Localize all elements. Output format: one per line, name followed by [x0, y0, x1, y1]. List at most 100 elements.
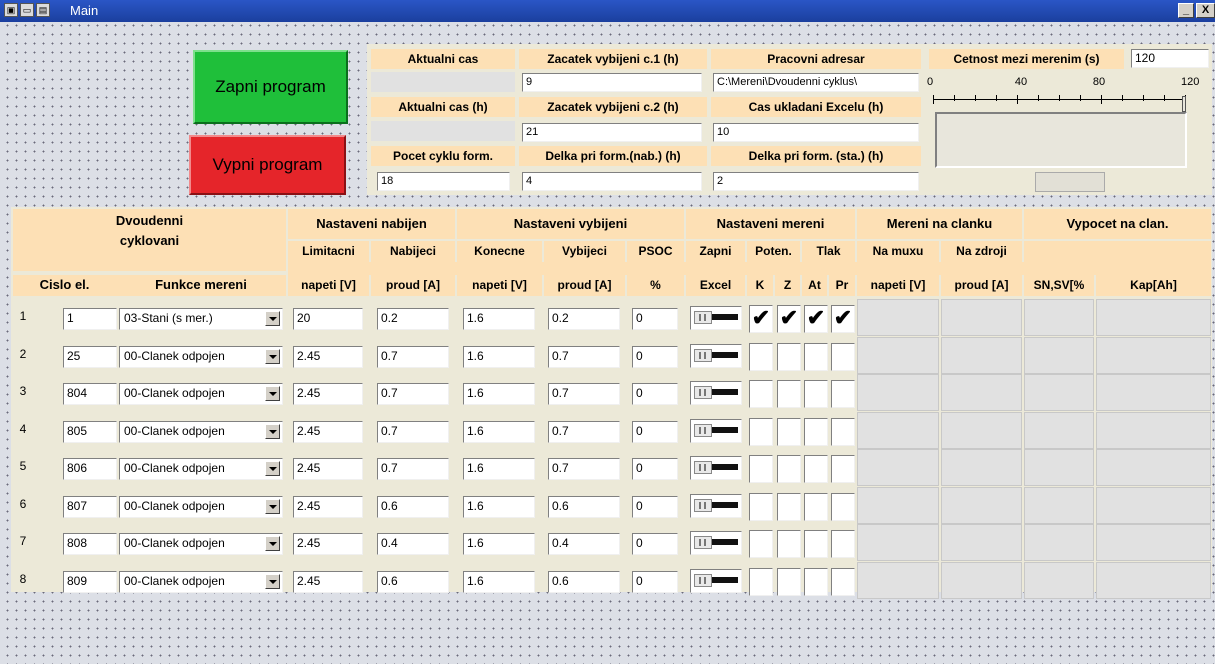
cetnost-slider-track[interactable] [935, 112, 1187, 168]
vybijeci-proud-input[interactable]: 0.7 [548, 383, 620, 405]
konecne-napeti-input[interactable]: 1.6 [463, 495, 535, 518]
konecne-napeti-input[interactable]: 1.6 [463, 570, 535, 593]
psoc-input[interactable]: 0 [632, 495, 678, 518]
checkbox-at[interactable] [804, 417, 828, 446]
checkbox-k[interactable]: ✔ [749, 305, 773, 333]
cislo-el-input[interactable]: 25 [63, 345, 117, 368]
funkce-mereni-select[interactable]: 00-Clanek odpojen [119, 420, 283, 443]
limitacni-napeti-input[interactable]: 20 [293, 308, 363, 330]
nabijeci-proud-input[interactable]: 0.7 [377, 458, 449, 480]
excel-toggle[interactable] [690, 493, 742, 518]
checkbox-at[interactable] [804, 455, 828, 483]
excel-toggle[interactable] [690, 381, 742, 405]
cislo-el-input[interactable]: 809 [63, 570, 117, 593]
checkbox-k[interactable] [749, 567, 773, 596]
konecne-napeti-input[interactable]: 1.6 [463, 533, 535, 555]
psoc-input[interactable]: 0 [632, 533, 678, 555]
zacatek-vybijeni-2-input[interactable]: 21 [522, 123, 702, 142]
checkbox-k[interactable] [749, 342, 773, 371]
checkbox-at[interactable] [804, 530, 828, 558]
konecne-napeti-input[interactable]: 1.6 [463, 383, 535, 405]
checkbox-k[interactable] [749, 380, 773, 408]
checkbox-at[interactable] [804, 342, 828, 371]
checkbox-z[interactable] [777, 380, 801, 408]
cislo-el-input[interactable]: 808 [63, 533, 117, 555]
nabijeci-proud-input[interactable]: 0.7 [377, 383, 449, 405]
start-program-button[interactable]: Zapni program [193, 50, 348, 124]
checkbox-at[interactable] [804, 492, 828, 521]
panel-icon[interactable]: ▤ [36, 3, 50, 17]
nabijeci-proud-input[interactable]: 0.6 [377, 495, 449, 518]
window-icon[interactable]: ▭ [20, 3, 34, 17]
chevron-down-icon[interactable] [265, 311, 280, 326]
konecne-napeti-input[interactable]: 1.6 [463, 420, 535, 443]
cislo-el-input[interactable]: 806 [63, 458, 117, 480]
cislo-el-input[interactable]: 805 [63, 420, 117, 443]
checkbox-pr[interactable] [831, 492, 855, 521]
close-button[interactable]: X [1196, 3, 1215, 18]
vybijeci-proud-input[interactable]: 0.4 [548, 533, 620, 555]
chevron-down-icon[interactable] [265, 573, 280, 589]
funkce-mereni-select[interactable]: 00-Clanek odpojen [119, 345, 283, 368]
cislo-el-input[interactable]: 807 [63, 495, 117, 518]
nabijeci-proud-input[interactable]: 0.2 [377, 308, 449, 330]
psoc-input[interactable]: 0 [632, 345, 678, 368]
excel-toggle[interactable] [690, 456, 742, 480]
stop-program-button[interactable]: Vypni program [189, 135, 346, 195]
checkbox-at[interactable] [804, 380, 828, 408]
nabijeci-proud-input[interactable]: 0.7 [377, 420, 449, 443]
vybijeci-proud-input[interactable]: 0.6 [548, 495, 620, 518]
funkce-mereni-select[interactable]: 00-Clanek odpojen [119, 533, 283, 555]
vybijeci-proud-input[interactable]: 0.7 [548, 345, 620, 368]
vybijeci-proud-input[interactable]: 0.6 [548, 570, 620, 593]
checkbox-k[interactable] [749, 492, 773, 521]
checkbox-z[interactable] [777, 417, 801, 446]
limitacni-napeti-input[interactable]: 2.45 [293, 495, 363, 518]
psoc-input[interactable]: 0 [632, 570, 678, 593]
minimize-button[interactable]: _ [1178, 3, 1194, 18]
limitacni-napeti-input[interactable]: 2.45 [293, 383, 363, 405]
chevron-down-icon[interactable] [265, 536, 280, 551]
checkbox-z[interactable] [777, 342, 801, 371]
chevron-down-icon[interactable] [265, 386, 280, 401]
excel-toggle[interactable] [690, 418, 742, 443]
chevron-down-icon[interactable] [265, 423, 280, 439]
checkbox-z[interactable] [777, 492, 801, 521]
checkbox-z[interactable] [777, 567, 801, 596]
vybijeci-proud-input[interactable]: 0.7 [548, 420, 620, 443]
limitacni-napeti-input[interactable]: 2.45 [293, 533, 363, 555]
checkbox-k[interactable] [749, 530, 773, 558]
cas-ukladani-excelu-input[interactable]: 10 [713, 123, 919, 142]
nabijeci-proud-input[interactable]: 0.4 [377, 533, 449, 555]
funkce-mereni-select[interactable]: 00-Clanek odpojen [119, 570, 283, 593]
psoc-input[interactable]: 0 [632, 420, 678, 443]
limitacni-napeti-input[interactable]: 2.45 [293, 458, 363, 480]
checkbox-pr[interactable] [831, 417, 855, 446]
cetnost-slider-thumb[interactable] [1182, 96, 1186, 112]
checkbox-k[interactable] [749, 417, 773, 446]
funkce-mereni-select[interactable]: 00-Clanek odpojen [119, 383, 283, 405]
konecne-napeti-input[interactable]: 1.6 [463, 345, 535, 368]
excel-toggle[interactable] [690, 306, 742, 330]
checkbox-z[interactable]: ✔ [777, 305, 801, 333]
psoc-input[interactable]: 0 [632, 458, 678, 480]
delka-nab-input[interactable]: 4 [522, 172, 702, 191]
checkbox-k[interactable] [749, 455, 773, 483]
nabijeci-proud-input[interactable]: 0.7 [377, 345, 449, 368]
excel-toggle[interactable] [690, 343, 742, 368]
chevron-down-icon[interactable] [265, 498, 280, 514]
excel-toggle[interactable] [690, 568, 742, 593]
pracovni-adresar-input[interactable]: C:\Mereni\Dvoudenni cyklus\ [713, 73, 919, 92]
checkbox-pr[interactable]: ✔ [831, 305, 855, 333]
checkbox-pr[interactable] [831, 455, 855, 483]
delka-sta-input[interactable]: 2 [713, 172, 919, 191]
limitacni-napeti-input[interactable]: 2.45 [293, 420, 363, 443]
checkbox-z[interactable] [777, 530, 801, 558]
limitacni-napeti-input[interactable]: 2.45 [293, 345, 363, 368]
checkbox-pr[interactable] [831, 567, 855, 596]
chevron-down-icon[interactable] [265, 461, 280, 476]
funkce-mereni-select[interactable]: 00-Clanek odpojen [119, 458, 283, 480]
chevron-down-icon[interactable] [265, 348, 280, 364]
checkbox-pr[interactable] [831, 530, 855, 558]
limitacni-napeti-input[interactable]: 2.45 [293, 570, 363, 593]
